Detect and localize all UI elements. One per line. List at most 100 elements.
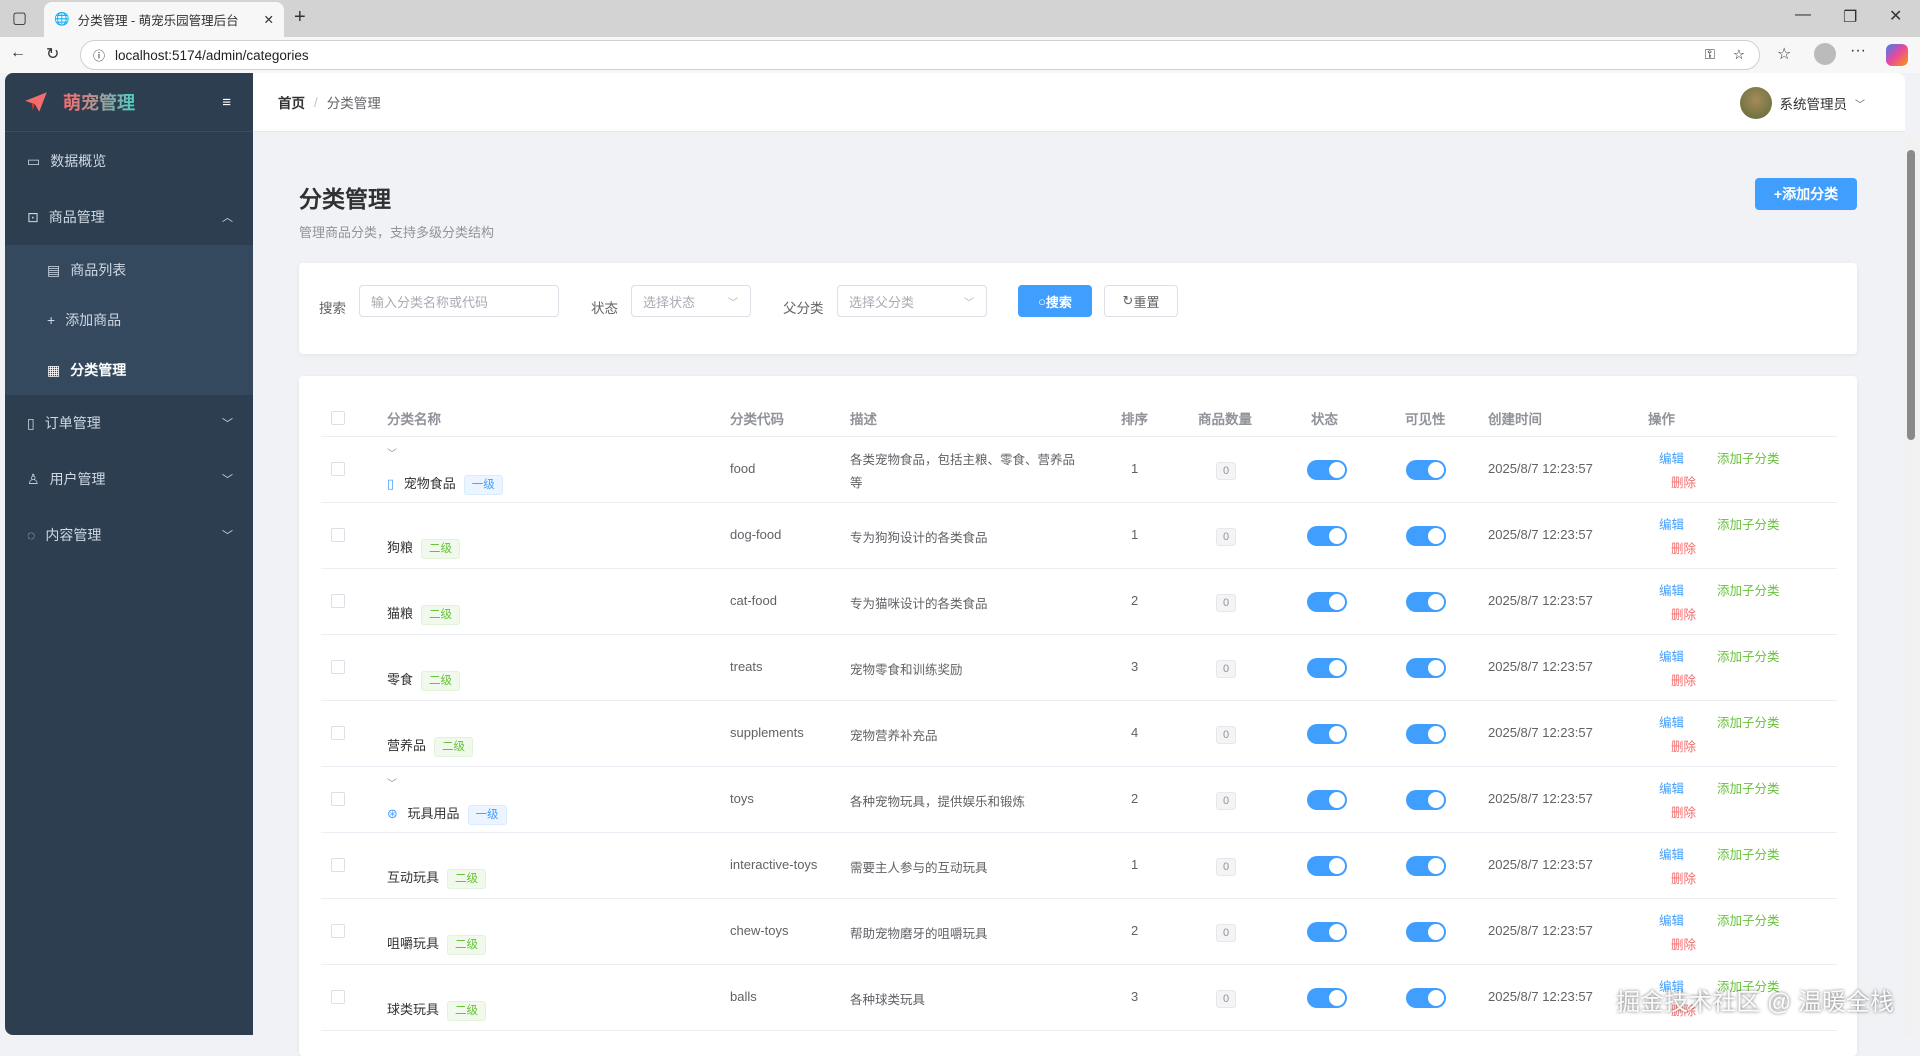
key-icon[interactable]: ⚿ bbox=[1705, 47, 1715, 63]
profile-icon[interactable] bbox=[1814, 43, 1836, 65]
row-checkbox[interactable] bbox=[331, 858, 345, 872]
edit-link[interactable]: 编辑 bbox=[1659, 778, 1684, 797]
delete-link[interactable]: 删除 bbox=[1671, 670, 1696, 689]
scrollbar-thumb[interactable] bbox=[1907, 150, 1915, 440]
parent-select[interactable]: 选择父分类 ﹀ bbox=[837, 285, 987, 317]
scrollbar[interactable] bbox=[1904, 135, 1918, 1035]
row-checkbox[interactable] bbox=[331, 528, 345, 542]
star-icon[interactable]: ☆ bbox=[1733, 47, 1745, 63]
edit-link[interactable]: 编辑 bbox=[1659, 580, 1684, 599]
category-name: 猫粮 bbox=[387, 606, 414, 621]
row-checkbox[interactable] bbox=[331, 660, 345, 674]
edit-link[interactable]: 编辑 bbox=[1659, 514, 1684, 533]
globe-icon: 🌐 bbox=[54, 12, 70, 26]
close-window-icon[interactable]: ✕ bbox=[1889, 6, 1902, 26]
user-menu[interactable]: 系统管理员 ﹀ bbox=[1739, 87, 1865, 119]
sidebar-item-add-product[interactable]: + 添加商品 bbox=[5, 295, 253, 345]
row-checkbox[interactable] bbox=[331, 924, 345, 938]
sort-order: 1 bbox=[1131, 857, 1139, 872]
delete-link[interactable]: 删除 bbox=[1671, 538, 1696, 557]
delete-link[interactable]: 删除 bbox=[1671, 472, 1696, 491]
select-all-checkbox[interactable] bbox=[331, 411, 345, 425]
copilot-icon[interactable] bbox=[1886, 44, 1908, 66]
delete-link[interactable]: 删除 bbox=[1671, 736, 1696, 755]
product-count-badge: 0 bbox=[1216, 462, 1236, 480]
visibility-toggle[interactable] bbox=[1406, 658, 1446, 678]
more-icon[interactable]: ··· bbox=[1850, 42, 1866, 60]
breadcrumb-home[interactable]: 首页 bbox=[278, 92, 305, 112]
visibility-toggle[interactable] bbox=[1406, 922, 1446, 942]
add-subcategory-link[interactable]: 添加子分类 bbox=[1717, 844, 1780, 863]
visibility-toggle[interactable] bbox=[1406, 724, 1446, 744]
sidebar-item-products[interactable]: ⊡ 商品管理 ︿ bbox=[5, 189, 253, 245]
delete-link[interactable]: 删除 bbox=[1671, 604, 1696, 623]
url-field[interactable]: ⓘ localhost:5174/admin/categories ⚿ ☆ bbox=[80, 40, 1760, 70]
visibility-toggle[interactable] bbox=[1406, 988, 1446, 1008]
sidebar-item-categories[interactable]: ▦ 分类管理 bbox=[5, 345, 253, 395]
row-checkbox[interactable] bbox=[331, 792, 345, 806]
add-subcategory-link[interactable]: 添加子分类 bbox=[1717, 712, 1780, 731]
created-time: 2025/8/7 12:23:57 bbox=[1488, 923, 1593, 938]
watermark: 掘金技术社区 @ 温暖全栈 bbox=[1616, 989, 1894, 1016]
column-header: 排序 bbox=[1121, 412, 1148, 427]
visibility-toggle[interactable] bbox=[1406, 790, 1446, 810]
reload-icon[interactable]: ↻ bbox=[46, 44, 59, 64]
restore-icon[interactable]: ❐ bbox=[1843, 7, 1857, 27]
status-toggle[interactable] bbox=[1307, 460, 1347, 480]
status-toggle[interactable] bbox=[1307, 790, 1347, 810]
sidebar-item-users[interactable]: ♙ 用户管理 ﹀ bbox=[5, 451, 253, 507]
close-tab-icon[interactable]: ✕ bbox=[264, 12, 274, 27]
favorites-icon[interactable]: ☆ bbox=[1777, 44, 1791, 64]
delete-link[interactable]: 删除 bbox=[1671, 934, 1696, 953]
visibility-toggle[interactable] bbox=[1406, 460, 1446, 480]
delete-link[interactable]: 删除 bbox=[1671, 802, 1696, 821]
sidebar-item-product-list[interactable]: ▤ 商品列表 bbox=[5, 245, 253, 295]
row-checkbox[interactable] bbox=[331, 726, 345, 740]
visibility-toggle[interactable] bbox=[1406, 526, 1446, 546]
sort-order: 2 bbox=[1131, 593, 1139, 608]
edit-link[interactable]: 编辑 bbox=[1659, 844, 1684, 863]
minimize-icon[interactable]: — bbox=[1795, 6, 1811, 24]
status-toggle[interactable] bbox=[1307, 526, 1347, 546]
visibility-toggle[interactable] bbox=[1406, 856, 1446, 876]
add-subcategory-link[interactable]: 添加子分类 bbox=[1717, 646, 1780, 665]
add-subcategory-link[interactable]: 添加子分类 bbox=[1717, 514, 1780, 533]
expand-toggle-icon[interactable]: ﹀ bbox=[387, 445, 397, 460]
status-toggle[interactable] bbox=[1307, 856, 1347, 876]
row-checkbox[interactable] bbox=[331, 594, 345, 608]
add-subcategory-link[interactable]: 添加子分类 bbox=[1717, 910, 1780, 929]
row-checkbox[interactable] bbox=[331, 462, 345, 476]
collapse-menu-icon[interactable]: ≡ bbox=[222, 94, 231, 111]
back-icon[interactable]: ← bbox=[10, 44, 26, 62]
reset-button[interactable]: ↻ 重置 bbox=[1104, 285, 1178, 317]
edit-link[interactable]: 编辑 bbox=[1659, 646, 1684, 665]
status-toggle[interactable] bbox=[1307, 724, 1347, 744]
add-category-button[interactable]: +添加分类 bbox=[1755, 178, 1857, 210]
visibility-toggle[interactable] bbox=[1406, 592, 1446, 612]
search-input[interactable]: 输入分类名称或代码 bbox=[359, 285, 559, 317]
edit-link[interactable]: 编辑 bbox=[1659, 910, 1684, 929]
sidebar-item-dashboard[interactable]: ▭ 数据概览 bbox=[5, 133, 253, 189]
browser-tab[interactable]: 🌐 分类管理 - 萌宠乐园管理后台 ✕ bbox=[44, 2, 284, 37]
cup-icon: ▯ bbox=[387, 476, 395, 491]
status-toggle[interactable] bbox=[1307, 592, 1347, 612]
add-subcategory-link[interactable]: 添加子分类 bbox=[1717, 778, 1780, 797]
edit-link[interactable]: 编辑 bbox=[1659, 712, 1684, 731]
submenu-products: ▤ 商品列表 + 添加商品 ▦ 分类管理 bbox=[5, 245, 253, 395]
status-placeholder: 选择状态 bbox=[643, 294, 696, 310]
status-toggle[interactable] bbox=[1307, 922, 1347, 942]
edit-link[interactable]: 编辑 bbox=[1659, 448, 1684, 467]
search-button[interactable]: ○ 搜索 bbox=[1018, 285, 1092, 317]
add-subcategory-link[interactable]: 添加子分类 bbox=[1717, 448, 1780, 467]
status-select[interactable]: 选择状态 ﹀ bbox=[631, 285, 751, 317]
add-subcategory-link[interactable]: 添加子分类 bbox=[1717, 580, 1780, 599]
sidebar-toggle-icon[interactable]: ▢ bbox=[12, 8, 27, 28]
sidebar-item-content[interactable]: ◌ 内容管理 ﹀ bbox=[5, 507, 253, 563]
delete-link[interactable]: 删除 bbox=[1671, 868, 1696, 887]
expand-toggle-icon[interactable]: ﹀ bbox=[387, 775, 397, 790]
status-toggle[interactable] bbox=[1307, 658, 1347, 678]
new-tab-icon[interactable]: + bbox=[294, 6, 306, 29]
row-checkbox[interactable] bbox=[331, 990, 345, 1004]
status-toggle[interactable] bbox=[1307, 988, 1347, 1008]
sidebar-item-orders[interactable]: ▯ 订单管理 ﹀ bbox=[5, 395, 253, 451]
